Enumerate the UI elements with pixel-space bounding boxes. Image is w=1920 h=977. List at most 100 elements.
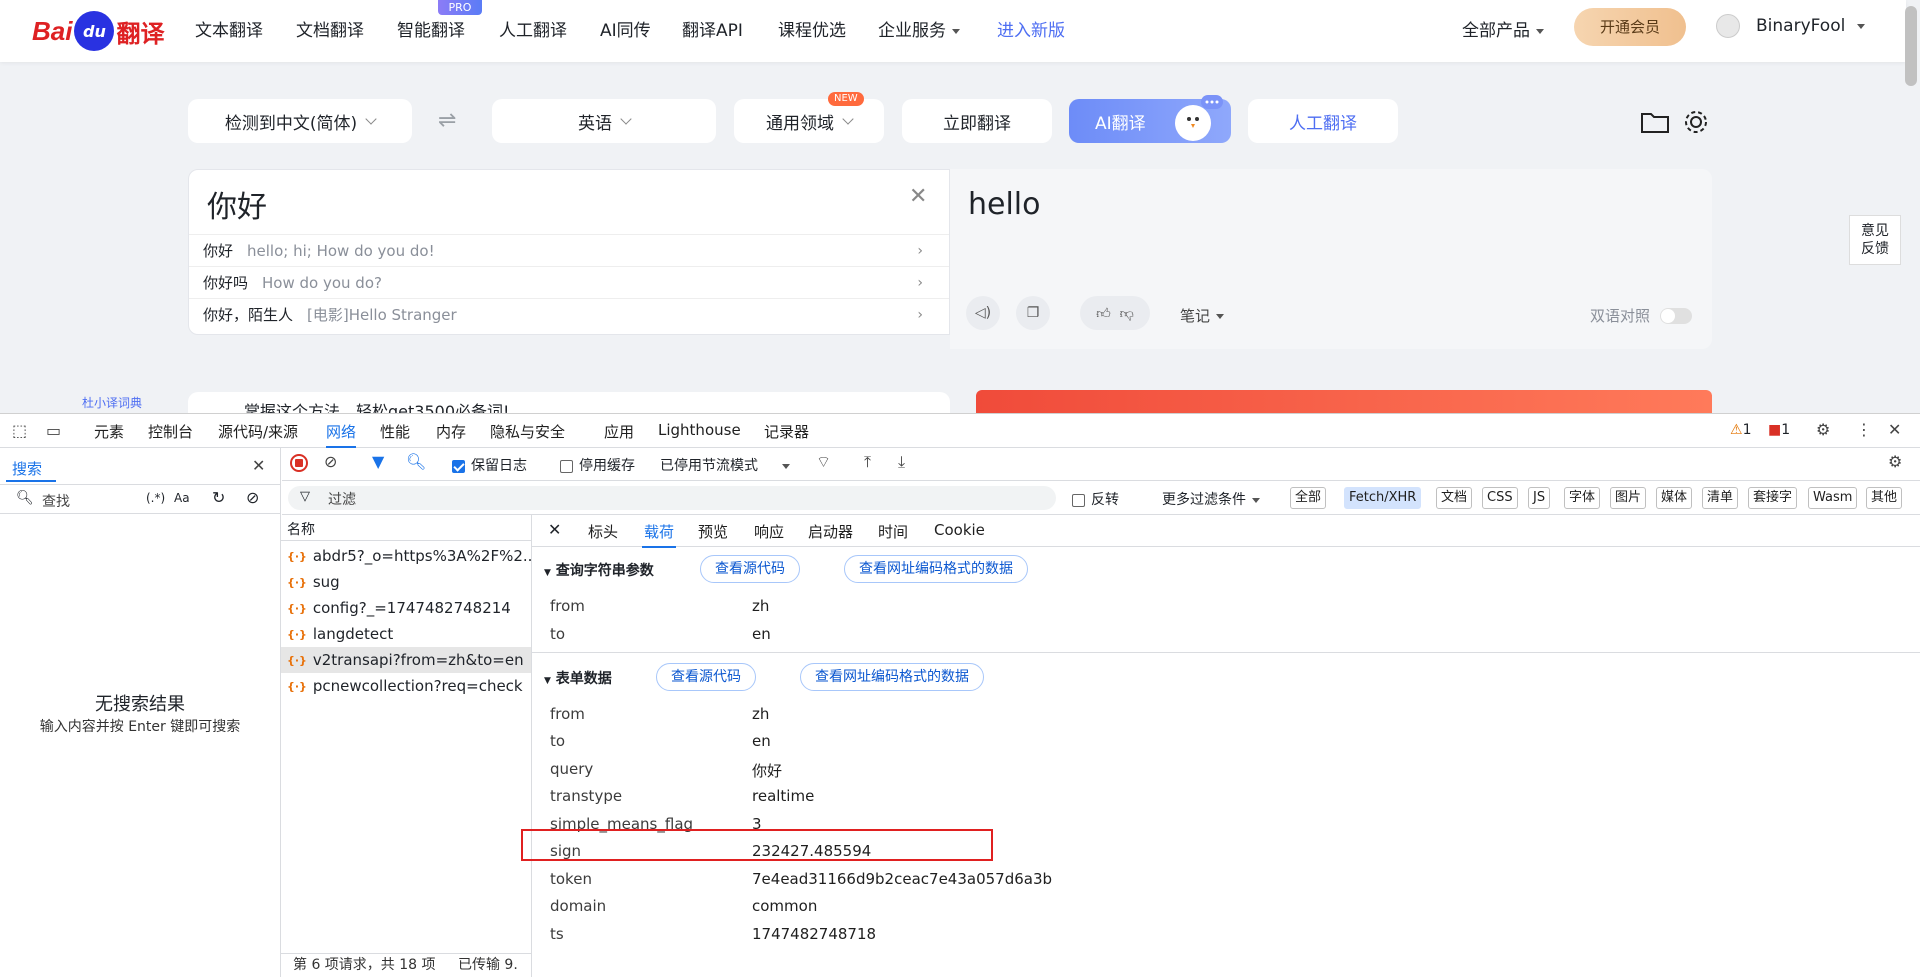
search-input[interactable]: 查找 (42, 491, 70, 511)
domain-select[interactable]: 通用领域 (734, 99, 884, 143)
vip-button[interactable]: 开通会员 (1574, 8, 1686, 46)
source-text-input[interactable]: 你好 (207, 182, 267, 226)
notes-menu[interactable]: 笔记 (1180, 305, 1225, 326)
nav-enterprise[interactable]: 企业服务 (878, 16, 960, 41)
search-icon[interactable]: 🔍︎ (406, 452, 426, 471)
suggestion-item[interactable]: 你好 hello; hi; How do you do! › (189, 234, 949, 266)
nav-new-version[interactable]: 进入新版 (997, 16, 1065, 41)
baidu-logo[interactable]: Bai du 翻译 (32, 10, 164, 52)
tab-privacy-security[interactable]: 隐私与安全 (490, 421, 565, 442)
detail-tab-initiator[interactable]: 启动器 (808, 521, 853, 542)
view-source-button[interactable]: 查看源代码 (700, 555, 800, 583)
tab-lighthouse[interactable]: Lighthouse (658, 421, 741, 439)
network-settings-gear-icon[interactable]: ⚙ (1888, 452, 1902, 471)
name-column-header[interactable]: 名称 (281, 515, 531, 541)
target-language-select[interactable]: 英语 (492, 99, 716, 143)
detail-tab-preview[interactable]: 预览 (698, 521, 728, 542)
folder-icon[interactable] (1640, 110, 1670, 134)
bilingual-toggle[interactable] (1660, 308, 1692, 324)
more-filters-select[interactable]: 更多过滤条件 (1162, 489, 1260, 509)
close-detail-icon[interactable]: ✕ (548, 520, 561, 539)
settings-gear-icon[interactable] (1682, 108, 1710, 136)
clear-log-icon[interactable]: ⊘ (324, 452, 337, 471)
detail-tab-timing[interactable]: 时间 (878, 521, 908, 542)
more-options-icon[interactable]: ⋮ (1856, 420, 1872, 439)
copy-icon[interactable]: ❐ (1016, 296, 1050, 330)
regex-toggle[interactable]: (.*) (146, 491, 165, 505)
network-conditions-icon[interactable]: ⌔ (816, 452, 831, 472)
filter-all[interactable]: 全部 (1290, 487, 1327, 509)
disable-cache-checkbox[interactable]: 停用缓存 (560, 455, 635, 475)
close-search-icon[interactable]: ✕ (252, 456, 265, 475)
filter-wasm[interactable]: Wasm (1808, 487, 1858, 509)
thumbs-up-icon[interactable]: 👍︎ (1096, 305, 1111, 322)
request-row[interactable]: {·} sug (281, 569, 531, 595)
swap-languages-icon[interactable]: ⇌ (438, 108, 456, 133)
request-row[interactable]: {·} langdetect (281, 621, 531, 647)
nav-human-translate[interactable]: 人工翻译 (499, 16, 567, 41)
filter-font[interactable]: 字体 (1564, 487, 1601, 509)
inspect-element-icon[interactable]: ⬚ (12, 421, 27, 440)
request-row[interactable]: {·} pcnewcollection?req=check (281, 673, 531, 699)
filter-manifest[interactable]: 清单 (1702, 487, 1739, 509)
query-params-section[interactable]: ▼ 查询字符串参数 (544, 560, 654, 580)
nav-ai-interpret[interactable]: AI同传 (600, 16, 651, 41)
filter-other[interactable]: 其他 (1866, 487, 1903, 509)
tab-performance[interactable]: 性能 (380, 421, 410, 442)
nav-translate-api[interactable]: 翻译API (682, 16, 743, 41)
detail-tab-response[interactable]: 响应 (754, 521, 784, 542)
ad-banner[interactable] (976, 390, 1712, 413)
filter-fetch-xhr[interactable]: Fetch/XHR (1344, 487, 1422, 509)
view-url-encoded-button[interactable]: 查看网址编码格式的数据 (800, 663, 984, 691)
all-products-menu[interactable]: 全部产品 (1462, 16, 1544, 41)
refresh-icon[interactable]: ↻ (212, 488, 225, 507)
record-stop-icon[interactable] (290, 454, 308, 472)
speaker-icon[interactable]: ◁) (966, 296, 1000, 330)
detail-tab-headers[interactable]: 标头 (588, 521, 618, 542)
nav-courses[interactable]: 课程优选 (778, 16, 846, 41)
human-translate-button[interactable]: 人工翻译 (1248, 99, 1398, 143)
feedback-button[interactable]: 意见 反馈 (1849, 215, 1901, 265)
request-row[interactable]: {·} abdr5?_o=https%3A%2F%2... (281, 543, 531, 569)
view-source-button[interactable]: 查看源代码 (656, 663, 756, 691)
filter-input[interactable]: ▽ 过滤 (288, 486, 1056, 510)
clear-icon[interactable]: ⊘ (246, 488, 259, 507)
filter-funnel-icon[interactable]: ▼ (372, 452, 384, 471)
throttle-select[interactable]: 已停用节流模式 (660, 455, 790, 475)
filter-socket[interactable]: 套接字 (1748, 487, 1798, 509)
translate-now-button[interactable]: 立即翻译 (902, 99, 1052, 143)
suggestion-item[interactable]: 你好吗 How do you do? › (189, 266, 949, 298)
preserve-log-checkbox[interactable]: 保留日志 (452, 455, 527, 475)
tab-elements[interactable]: 元素 (94, 421, 124, 442)
device-toolbar-icon[interactable]: ▭ (46, 421, 61, 440)
detail-tab-cookie[interactable]: Cookie (934, 521, 985, 539)
filter-doc[interactable]: 文档 (1436, 487, 1473, 509)
tab-console[interactable]: 控制台 (148, 421, 193, 442)
clear-text-icon[interactable]: ✕ (909, 184, 927, 209)
nav-smart-translate[interactable]: 智能翻译 (397, 16, 465, 41)
request-row[interactable]: {·} config?_=1747482748214 (281, 595, 531, 621)
import-har-icon[interactable]: ⤒ (864, 452, 871, 472)
errors-indicator[interactable]: ■1 (1768, 422, 1790, 438)
filter-img[interactable]: 图片 (1610, 487, 1647, 509)
detail-tab-payload[interactable]: 载荷 (641, 521, 677, 548)
tab-memory[interactable]: 内存 (436, 421, 466, 442)
filter-css[interactable]: CSS (1482, 487, 1518, 509)
source-language-select[interactable]: 检测到中文(简体) (188, 99, 412, 143)
tab-application[interactable]: 应用 (604, 421, 634, 442)
nav-doc-translate[interactable]: 文档翻译 (296, 16, 364, 41)
suggestion-item[interactable]: 你好，陌生人 [电影]Hello Stranger › (189, 298, 949, 330)
match-case-toggle[interactable]: Aa (174, 491, 190, 505)
dict-label[interactable]: 杜小译词典 (82, 394, 142, 411)
filter-media[interactable]: 媒体 (1656, 487, 1693, 509)
settings-gear-icon[interactable]: ⚙ (1816, 420, 1830, 439)
tab-network[interactable]: 网络 (326, 421, 357, 448)
nav-text-translate[interactable]: 文本翻译 (195, 16, 263, 41)
page-scrollbar[interactable] (1905, 6, 1917, 86)
thumbs-down-icon[interactable]: 👎︎ (1120, 305, 1134, 322)
form-data-section[interactable]: ▼ 表单数据 (544, 668, 612, 688)
user-menu[interactable]: BinaryFool (1756, 16, 1866, 36)
invert-checkbox[interactable]: 反转 (1072, 489, 1119, 509)
avatar[interactable] (1716, 14, 1740, 38)
tab-sources[interactable]: 源代码/来源 (218, 421, 298, 442)
